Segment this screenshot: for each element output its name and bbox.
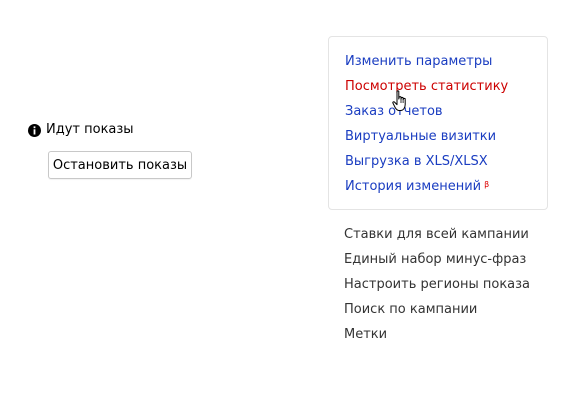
campaign-search-link[interactable]: Поиск по кампании <box>344 299 530 324</box>
status-row: Идут показы <box>28 121 134 139</box>
secondary-link-list: Ставки для всей кампании Единый набор ми… <box>344 224 530 349</box>
beta-badge: β <box>484 180 490 189</box>
regions-link[interactable]: Настроить регионы показа <box>344 274 530 299</box>
export-xls-link[interactable]: Выгрузка в XLS/XLSX <box>345 152 508 177</box>
actions-link-list: Изменить параметры Посмотреть статистику… <box>345 52 508 202</box>
campaign-bids-link[interactable]: Ставки для всей кампании <box>344 224 530 249</box>
stop-impressions-button[interactable]: Остановить показы <box>48 151 192 179</box>
virtual-business-cards-link[interactable]: Виртуальные визитки <box>345 127 508 152</box>
edit-settings-link[interactable]: Изменить параметры <box>345 52 508 77</box>
change-history-link[interactable]: История изменений β <box>345 177 508 202</box>
campaign-actions-page: Идут показы Остановить показы Изменить п… <box>0 0 570 396</box>
change-history-label: История изменений <box>345 179 482 194</box>
negative-keywords-link[interactable]: Единый набор минус-фраз <box>344 249 530 274</box>
view-statistics-link[interactable]: Посмотреть статистику <box>345 77 508 102</box>
order-reports-link[interactable]: Заказ отчетов <box>345 102 508 127</box>
labels-link[interactable]: Метки <box>344 324 530 349</box>
info-icon <box>28 123 41 137</box>
status-text: Идут показы <box>46 122 134 137</box>
actions-panel: Изменить параметры Посмотреть статистику… <box>328 36 548 210</box>
